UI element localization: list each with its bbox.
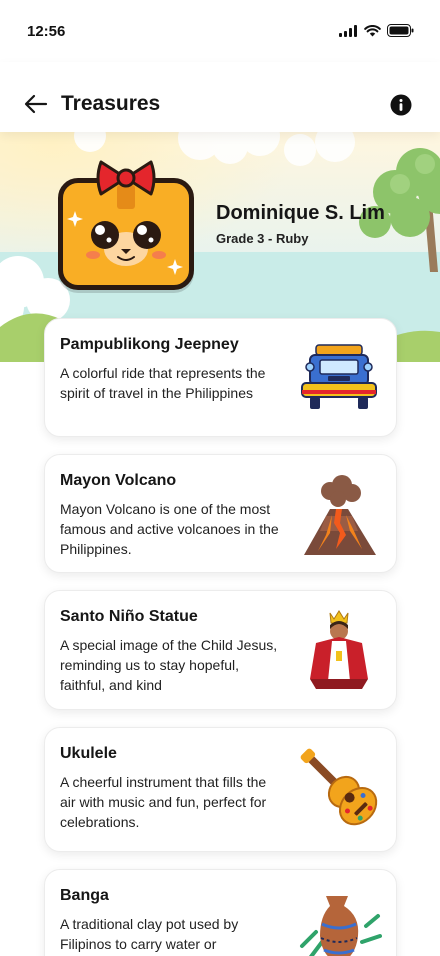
- card-description: A colorful ride that represents the spir…: [60, 365, 266, 401]
- status-bar: 12:56: [0, 0, 440, 62]
- user-name: Dominique S. Lim: [216, 202, 385, 224]
- card-title: Mayon Volcano: [60, 472, 177, 489]
- arrow-left-icon[interactable]: [22, 90, 50, 118]
- treasure-card-ukulele[interactable]: Ukulele A cheerful instrument that fills…: [44, 727, 397, 852]
- card-description: A special image of the Child Jesus, remi…: [60, 637, 278, 693]
- user-grade: Grade 3 - Ruby: [216, 231, 309, 246]
- battery-icon: [387, 24, 414, 37]
- treasure-card-mayon-volcano[interactable]: Mayon Volcano Mayon Volcano is one of th…: [44, 454, 397, 573]
- wifi-icon: [364, 24, 381, 36]
- card-title: Santo Niño Statue: [60, 608, 198, 625]
- banga-illustration-icon: [300, 896, 382, 956]
- status-icons: [339, 24, 414, 37]
- treasure-card-santo-nino[interactable]: Santo Niño Statue A special image of the…: [44, 590, 397, 710]
- card-description: A cheerful instrument that fills the air…: [60, 774, 267, 830]
- treasure-card-jeepney[interactable]: Pampublikong Jeepney A colorful ride tha…: [44, 318, 397, 437]
- page-title: Treasures: [61, 92, 161, 115]
- info-icon[interactable]: [390, 94, 412, 116]
- card-description: A traditional clay pot used by Filipinos…: [60, 916, 239, 952]
- status-time: 12:56: [27, 23, 66, 40]
- santo-nino-illustration-icon: [310, 610, 368, 689]
- ukulele-illustration-icon: [300, 748, 378, 826]
- card-description: Mayon Volcano is one of the most famous …: [60, 501, 279, 557]
- card-title: Pampublikong Jeepney: [60, 336, 239, 353]
- bow-icon: [96, 160, 156, 196]
- app-header: Treasures: [0, 62, 440, 132]
- card-title: Banga: [60, 887, 109, 904]
- card-title: Ukulele: [60, 745, 117, 762]
- volcano-illustration-icon: [304, 475, 376, 555]
- treasure-card-banga[interactable]: Banga A traditional clay pot used by Fil…: [44, 869, 397, 956]
- signal-icon: [339, 24, 357, 37]
- jeepney-illustration-icon: [301, 344, 377, 409]
